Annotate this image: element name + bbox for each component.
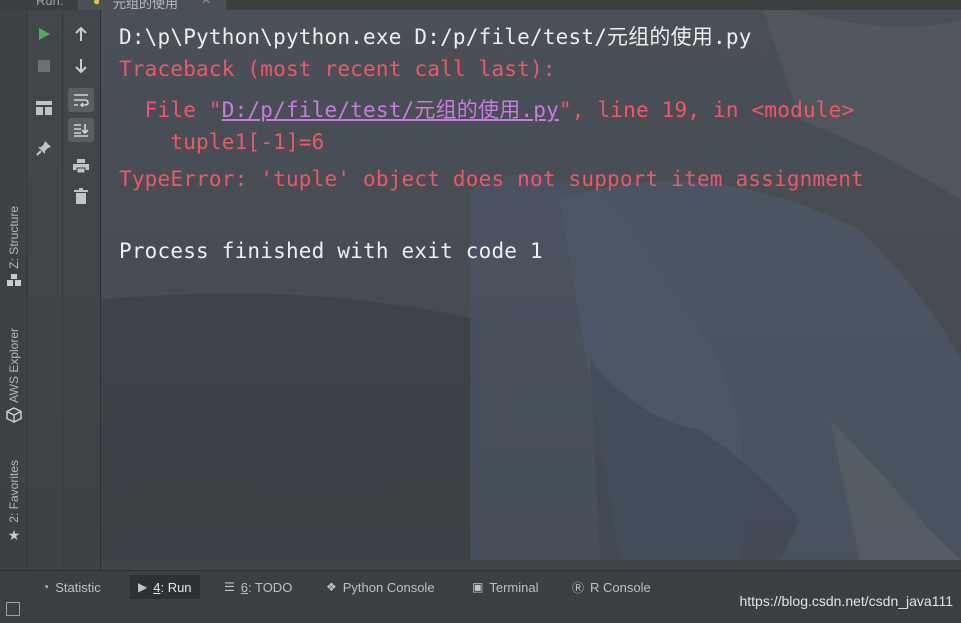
tool-windows-toggle-icon[interactable] — [6, 602, 20, 616]
tab-r-console-label: R Console — [590, 579, 651, 595]
scroll-down-button[interactable] — [68, 54, 94, 78]
rerun-button[interactable] — [31, 22, 57, 46]
scroll-to-end-button[interactable] — [68, 118, 94, 142]
tab-run-mnemonic: 4 — [153, 579, 161, 595]
run-tab-name: 元组的使用 — [113, 0, 179, 10]
scroll-to-end-icon — [74, 124, 89, 137]
run-label: Run: — [36, 0, 64, 8]
run-tab-strip: Run: ● 元组的使用 ✕ — [0, 0, 961, 10]
watermark-url: https://blog.csdn.net/csdn_java111 — [739, 593, 953, 609]
aws-cube-icon — [6, 407, 22, 426]
console-file-line: File "D:/p/file/test/元组的使用.py", line 19,… — [119, 94, 854, 124]
clear-all-button[interactable] — [68, 184, 94, 208]
tab-python-console[interactable]: ❖ Python Console — [318, 575, 443, 599]
console-command-line: D:\p\Python\python.exe D:/p/file/test/元组… — [119, 25, 752, 49]
r-console-icon: Ⓡ — [572, 580, 585, 595]
star-icon: ★ — [7, 526, 21, 543]
file-path-link[interactable]: D:/p/file/test/元组的使用.py — [222, 98, 559, 122]
run-toolbar-primary — [27, 10, 63, 570]
aws-explorer-tab-label: AWS Explorer — [7, 328, 21, 403]
bottom-tool-bar: ◔ Statistic ▶ 4: Run ☰ 6: TODO ❖ Python … — [0, 570, 961, 623]
play-icon — [39, 28, 50, 40]
tab-python-console-label: Python Console — [342, 579, 435, 595]
tab-todo-label: : TODO — [248, 579, 293, 595]
stop-icon — [38, 60, 50, 72]
file-line-prefix: File " — [119, 98, 222, 122]
tab-terminal[interactable]: ▣ Terminal — [464, 575, 546, 599]
run-toolbar-secondary — [62, 10, 101, 570]
run-tab[interactable]: ● 元组的使用 ✕ — [78, 0, 226, 10]
close-icon[interactable]: ✕ — [201, 0, 211, 7]
run-icon: ▶ — [138, 580, 148, 594]
tab-run-label: : Run — [160, 579, 192, 595]
tab-r-console[interactable]: Ⓡ R Console — [564, 575, 659, 599]
scroll-up-button[interactable] — [68, 22, 94, 46]
structure-tab[interactable]: Z: Structure — [3, 206, 25, 289]
structure-icon — [7, 273, 21, 289]
soft-wrap-icon — [74, 94, 89, 107]
file-line-suffix: ", line 19, in <module> — [558, 98, 855, 122]
console-process-finished: Process finished with exit code 1 — [119, 239, 543, 263]
tab-statistic[interactable]: ◔ Statistic — [34, 575, 109, 599]
console-traceback-header: Traceback (most recent call last): — [119, 57, 556, 81]
restore-layout-button[interactable] — [31, 96, 57, 120]
favorites-tab[interactable]: 2: Favorites ★ — [3, 460, 25, 544]
python-icon: ❖ — [326, 580, 337, 594]
pin-tab-button[interactable] — [31, 136, 57, 160]
python-file-icon: ● — [93, 0, 101, 8]
pin-icon — [36, 141, 51, 156]
favorites-tab-label: 2: Favorites — [7, 460, 21, 523]
aws-explorer-tab[interactable]: AWS Explorer — [3, 328, 25, 426]
console-code-line: tuple1[-1]=6 — [119, 130, 325, 154]
stop-button[interactable] — [31, 54, 57, 78]
list-icon: ☰ — [224, 580, 235, 594]
print-button[interactable] — [68, 154, 94, 178]
arrow-up-icon — [75, 26, 87, 41]
arrow-down-icon — [75, 59, 87, 74]
statistic-icon: ◔ — [42, 580, 50, 594]
tab-run[interactable]: ▶ 4: Run — [130, 575, 200, 599]
structure-tab-label: Z: Structure — [7, 206, 21, 269]
console-output[interactable]: D:\p\Python\python.exe D:/p/file/test/元组… — [101, 10, 961, 570]
tab-terminal-label: Terminal — [489, 579, 539, 595]
console-error-message: TypeError: 'tuple' object does not suppo… — [119, 167, 864, 191]
tab-todo-mnemonic: 6 — [240, 579, 248, 595]
tab-todo[interactable]: ☰ 6: TODO — [216, 575, 300, 599]
print-icon — [73, 159, 89, 173]
layout-icon — [36, 101, 52, 115]
tab-statistic-label: Statistic — [55, 579, 101, 595]
left-tool-stripe: Z: Structure AWS Explorer 2: Favorites ★ — [0, 10, 28, 570]
trash-icon — [74, 188, 88, 204]
terminal-icon: ▣ — [472, 580, 484, 594]
soft-wrap-button[interactable] — [68, 88, 94, 112]
